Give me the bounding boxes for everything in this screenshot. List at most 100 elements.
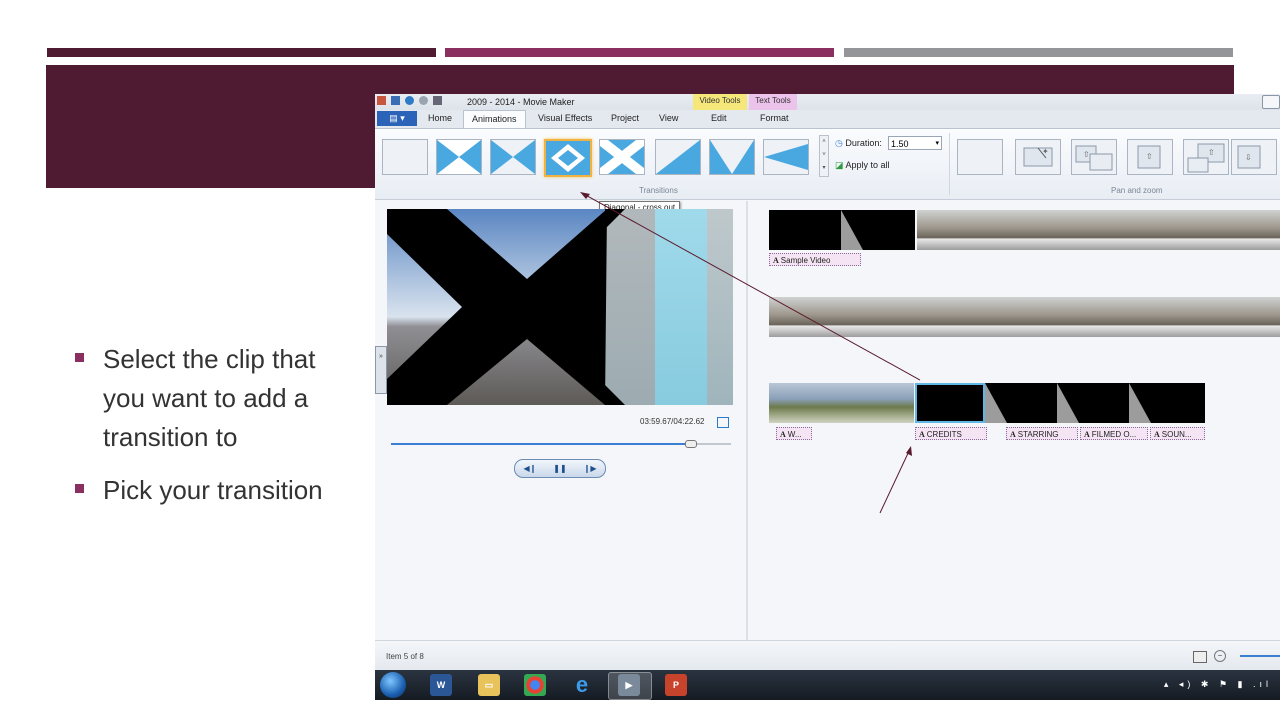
selected-clip-highlight[interactable] (915, 383, 985, 423)
caption-label: SOUN... (1161, 430, 1192, 439)
storyboard-view-icon[interactable] (1193, 651, 1207, 663)
pan-zoom-pan-up-left[interactable]: ⇧ (1183, 139, 1229, 175)
text-tools-context: Text Tools (749, 94, 797, 110)
pause-icon[interactable]: ❚❚ (553, 464, 566, 473)
svg-text:⇧: ⇧ (1083, 150, 1090, 159)
preview-frame (387, 209, 733, 405)
duration-value: 1.50 (891, 139, 909, 149)
seek-progress (391, 443, 691, 445)
pan-zoom-pan-up-right[interactable]: ⇧ (1127, 139, 1173, 175)
collapse-preview-handle[interactable]: » (375, 346, 387, 394)
status-bar: Item 5 of 8 − (375, 640, 1280, 671)
pan-zoom-group-label: Pan and zoom (1111, 186, 1163, 195)
caption-sample-video[interactable]: A Sample Video (769, 253, 861, 266)
pan-zoom-automatic[interactable]: ✦ (1015, 139, 1061, 175)
caption-soundtrack[interactable]: A SOUN... (1150, 427, 1205, 440)
transition-diagonal-cross-out[interactable] (544, 139, 592, 177)
tab-visual-effects[interactable]: Visual Effects (538, 113, 592, 123)
transition-diagonal-box[interactable] (436, 139, 482, 175)
app-icon[interactable] (377, 96, 386, 105)
transition-bow-tie[interactable] (490, 139, 536, 175)
quick-access-toolbar (377, 96, 442, 105)
svg-text:⇧: ⇧ (1146, 152, 1153, 161)
playback-controls: ◀❙ ❚❚ ❙▶ (514, 459, 606, 478)
restore-window-button[interactable] (1262, 95, 1280, 109)
pan-zoom-pan-up[interactable]: ⇧ (1071, 139, 1117, 175)
caption-filmed-on[interactable]: A FILMED O... (1080, 427, 1148, 440)
zoom-slider[interactable] (1240, 655, 1280, 657)
system-tray[interactable]: ▴ ◂) ✱ ⚑ ▮ .ıl (1164, 679, 1272, 690)
seek-thumb[interactable] (685, 440, 698, 448)
timeline-row-2 (769, 297, 1280, 337)
duration-dropdown[interactable]: 1.50 ▾ (888, 136, 942, 150)
header-bar-accent (445, 48, 834, 57)
word-icon[interactable]: W (430, 674, 452, 696)
powerpoint-icon[interactable]: P (665, 674, 687, 696)
tab-animations[interactable]: Animations (463, 110, 526, 128)
chrome-icon[interactable] (524, 674, 546, 696)
file-menu-button[interactable]: ▤ ▾ (377, 111, 417, 126)
tab-format[interactable]: Format (760, 113, 789, 123)
caption-starring[interactable]: A STARRING (1006, 427, 1078, 440)
seek-bar[interactable] (391, 440, 731, 448)
customize-toolbar-icon[interactable] (433, 96, 442, 105)
transition-none[interactable] (382, 139, 428, 175)
transition-marker-icon (841, 210, 863, 250)
caption-label: STARRING (1017, 430, 1059, 439)
caption-label: CREDITS (926, 430, 962, 439)
bullet-list: Select the clip that you want to add a t… (73, 340, 363, 524)
timeline-row-1 (769, 210, 1280, 250)
svg-text:✦: ✦ (1042, 147, 1049, 156)
timeline-row-3 (769, 383, 1205, 423)
ribbon-separator (949, 133, 950, 195)
transition-arrow-wipe[interactable] (763, 139, 809, 175)
svg-text:⇧: ⇧ (1208, 148, 1215, 157)
bullet-square-icon (75, 353, 84, 362)
redo-icon[interactable] (419, 96, 428, 105)
bullet-item: Pick your transition (73, 471, 363, 510)
caption-label: Sample Video (780, 256, 831, 265)
bullet-text: Pick your transition (103, 475, 323, 505)
tab-edit[interactable]: Edit (711, 113, 727, 123)
undo-icon[interactable] (405, 96, 414, 105)
bullet-text: Select the clip that you want to add a t… (103, 344, 316, 452)
title-bar: 2009 - 2014 - Movie Maker Video Tools Te… (375, 94, 1280, 110)
apply-all-icon: ◪ (835, 160, 844, 170)
fullscreen-icon[interactable] (717, 417, 729, 428)
transitions-group-label: Transitions (639, 186, 678, 195)
duration-icon: ◷ (835, 138, 843, 148)
svg-text:⇩: ⇩ (1245, 153, 1252, 162)
previous-frame-icon[interactable]: ◀❙ (523, 464, 536, 473)
video-clip[interactable] (769, 383, 914, 423)
chevron-down-icon: ▾ (935, 140, 939, 147)
pane-divider[interactable] (746, 201, 748, 641)
pan-zoom-pan-down[interactable]: ⇩ (1231, 139, 1277, 175)
transition-diagonal-wipe[interactable] (655, 139, 701, 175)
apply-to-all-button[interactable]: ◪ Apply to all (835, 160, 890, 171)
tab-view[interactable]: View (659, 113, 678, 123)
movie-maker-icon[interactable]: ▶ (618, 674, 640, 696)
transitions-gallery-scroller[interactable]: ˄ ˅ ▾ (819, 135, 829, 177)
caption-w[interactable]: A W... (776, 427, 812, 440)
next-frame-icon[interactable]: ❙▶ (584, 464, 597, 473)
preview-timecode: 03:59.67/04:22.62 (640, 417, 705, 426)
video-clip[interactable] (917, 210, 1280, 250)
transition-cross[interactable] (599, 139, 645, 175)
caption-label: W... (787, 430, 802, 439)
video-tools-context: Video Tools (693, 94, 747, 110)
internet-explorer-icon[interactable]: e (571, 674, 593, 696)
apply-all-label: Apply to all (845, 160, 890, 170)
ribbon-tabs: ▤ ▾ Home Animations Visual Effects Proje… (375, 110, 1280, 129)
header-bar-gray (844, 48, 1233, 57)
save-icon[interactable] (391, 96, 400, 105)
tab-project[interactable]: Project (611, 113, 639, 123)
tab-home[interactable]: Home (428, 113, 452, 123)
pan-zoom-none[interactable] (957, 139, 1003, 175)
video-preview (387, 209, 733, 405)
windows-start-icon[interactable] (380, 672, 406, 698)
caption-credits[interactable]: A CREDITS (915, 427, 987, 440)
video-clip[interactable] (769, 297, 1280, 337)
file-explorer-icon[interactable]: ▭ (478, 674, 500, 696)
transition-v-wipe[interactable] (709, 139, 755, 175)
zoom-out-icon[interactable]: − (1214, 650, 1226, 662)
